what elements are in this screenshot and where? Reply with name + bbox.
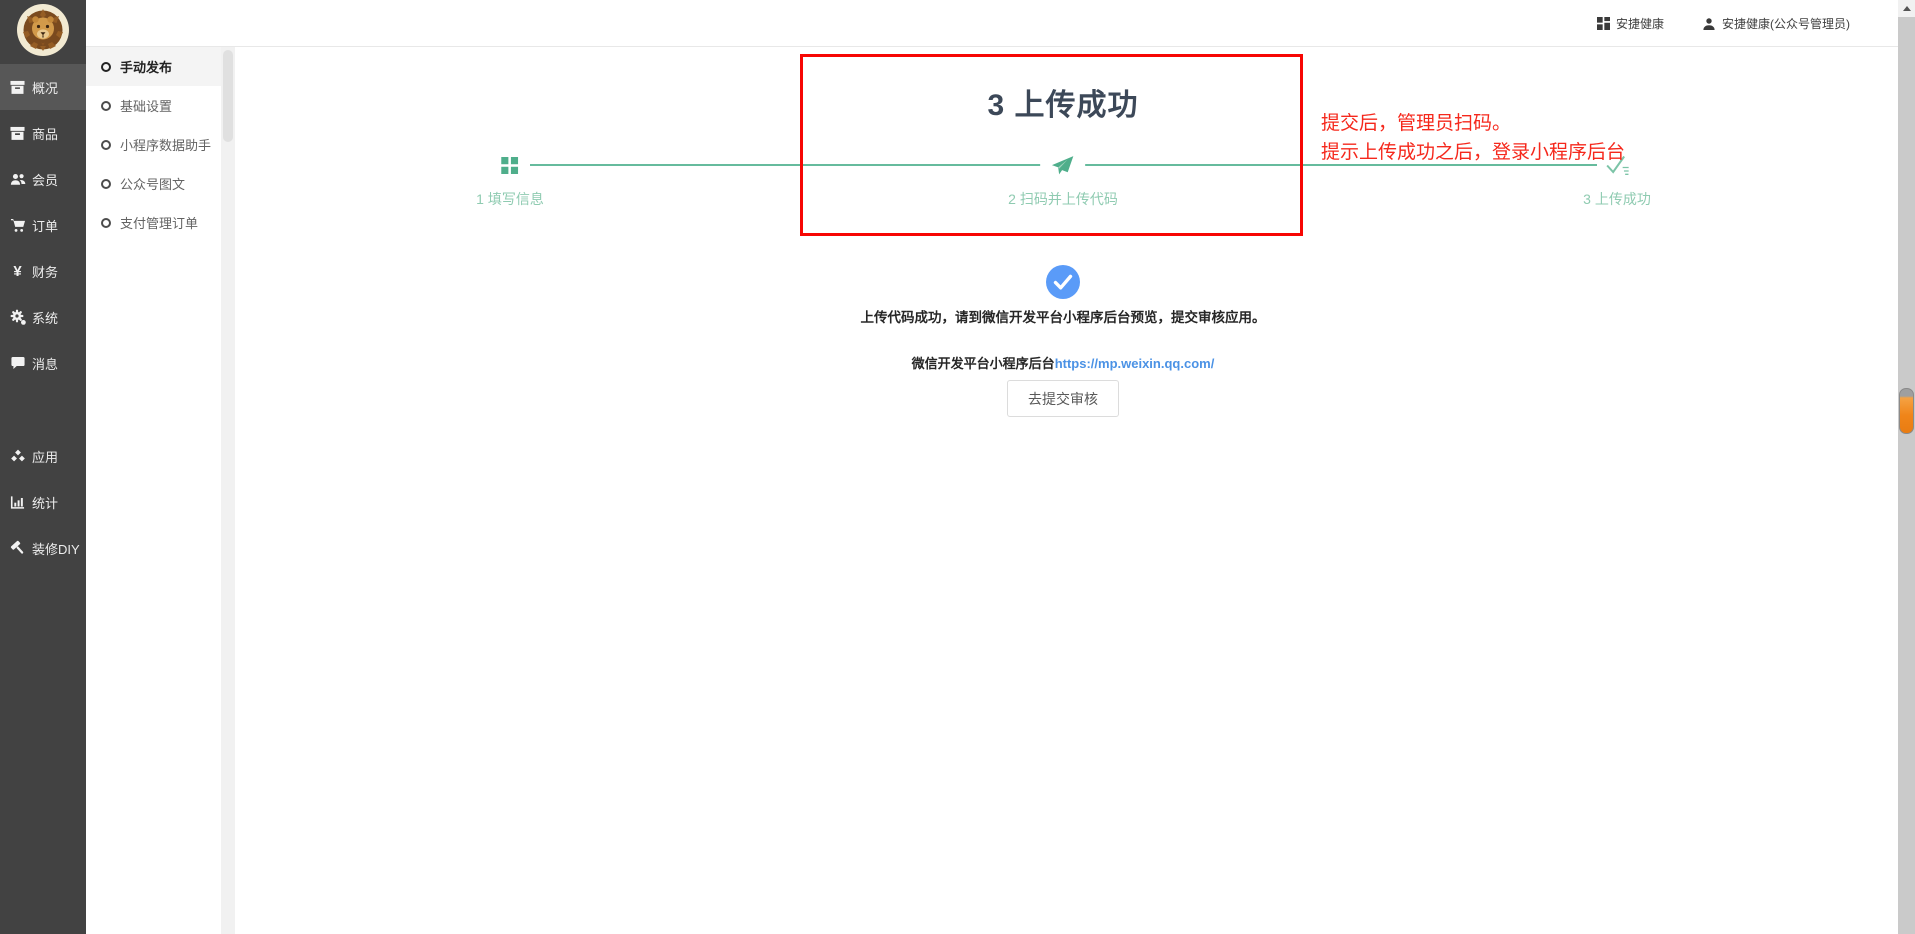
sidebar-item-goods[interactable]: 商品 bbox=[0, 110, 86, 156]
diy-icon bbox=[9, 540, 26, 556]
submenu-item-payment-orders[interactable]: 支付管理订单 bbox=[86, 203, 221, 242]
finance-icon: ¥ bbox=[9, 263, 26, 279]
submenu-item-miniprogram-data[interactable]: 小程序数据助手 bbox=[86, 125, 221, 164]
sidebar-item-diy[interactable]: 装修DIY bbox=[0, 525, 86, 571]
message-icon bbox=[9, 355, 26, 371]
apps-icon bbox=[9, 448, 26, 464]
weixin-backend-link[interactable]: https://mp.weixin.qq.com/ bbox=[1055, 356, 1215, 371]
circle-icon bbox=[101, 101, 111, 111]
sidebar-item-members[interactable]: 会员 bbox=[0, 156, 86, 202]
sidebar-item-orders[interactable]: 订单 bbox=[0, 202, 86, 248]
main-content: 3 上传成功 1 填写信息 2 扫码并上传代码 3 上传成功 提交后，管理员扫码… bbox=[235, 47, 1898, 934]
success-check-icon bbox=[1046, 265, 1080, 299]
top-header: 安捷健康 安捷健康(公众号管理员) bbox=[86, 0, 1898, 47]
submenu-item-basic-settings[interactable]: 基础设置 bbox=[86, 86, 221, 125]
submenu-item-official-account[interactable]: 公众号图文 bbox=[86, 164, 221, 203]
sidebar-item-overview[interactable]: 概况 bbox=[0, 64, 86, 110]
orders-icon bbox=[9, 217, 26, 233]
page-scrollbar[interactable] bbox=[1898, 0, 1915, 934]
app-logo[interactable] bbox=[0, 0, 86, 64]
user-icon bbox=[1702, 17, 1716, 31]
circle-icon bbox=[101, 218, 111, 228]
stats-icon bbox=[9, 494, 26, 510]
submenu-panel: 手动发布 基础设置 小程序数据助手 公众号图文 支付管理订单 bbox=[86, 47, 221, 934]
annotation-text: 提交后，管理员扫码。 提示上传成功之后，登录小程序后台 bbox=[1321, 109, 1625, 167]
circle-icon bbox=[101, 62, 111, 72]
success-message: 上传代码成功，请到微信开发平台小程序后台预览，提交审核应用。 bbox=[235, 306, 1891, 326]
step-1-fill-info: 1 填写信息 bbox=[476, 150, 544, 209]
scrollbar-thumb[interactable] bbox=[1899, 388, 1914, 434]
paper-plane-icon bbox=[1041, 150, 1086, 180]
overview-icon bbox=[9, 79, 26, 95]
user-menu[interactable]: 安捷健康(公众号管理员) bbox=[1702, 15, 1850, 32]
members-icon bbox=[9, 171, 26, 187]
step-2-scan-upload: 2 扫码并上传代码 bbox=[1008, 150, 1118, 209]
sidebar: 概况 商品 会员 订单 ¥ 财务 系统 bbox=[0, 0, 86, 934]
circle-icon bbox=[101, 140, 111, 150]
admin-console: 概况 商品 会员 订单 ¥ 财务 系统 bbox=[0, 0, 1915, 934]
sidebar-item-system[interactable]: 系统 bbox=[0, 294, 86, 340]
merchant-switcher[interactable]: 安捷健康 bbox=[1597, 15, 1664, 32]
scrollbar-up-arrow[interactable] bbox=[1898, 0, 1915, 17]
system-icon bbox=[9, 309, 26, 325]
sidebar-item-finance[interactable]: ¥ 财务 bbox=[0, 248, 86, 294]
grid-squares-icon bbox=[491, 150, 530, 180]
sidebar-item-apps[interactable]: 应用 bbox=[0, 433, 86, 479]
sidebar-item-messages[interactable]: 消息 bbox=[0, 340, 86, 386]
submenu-scrollbar-thumb[interactable] bbox=[223, 50, 233, 142]
go-submit-review-button[interactable]: 去提交审核 bbox=[1007, 380, 1119, 417]
submenu-item-manual-publish[interactable]: 手动发布 bbox=[86, 47, 221, 86]
backend-link-line: 微信开发平台小程序后台https://mp.weixin.qq.com/ bbox=[235, 353, 1891, 372]
grid-icon bbox=[1597, 17, 1610, 30]
page-title: 3 上传成功 bbox=[235, 80, 1891, 124]
circle-icon bbox=[101, 179, 111, 189]
goods-icon bbox=[9, 125, 26, 141]
submenu-scrollbar[interactable] bbox=[221, 47, 235, 934]
lion-logo-icon bbox=[17, 4, 69, 61]
triangle-up-icon bbox=[1903, 6, 1911, 11]
sidebar-item-stats[interactable]: 统计 bbox=[0, 479, 86, 525]
backend-link-label: 微信开发平台小程序后台 bbox=[912, 356, 1055, 371]
